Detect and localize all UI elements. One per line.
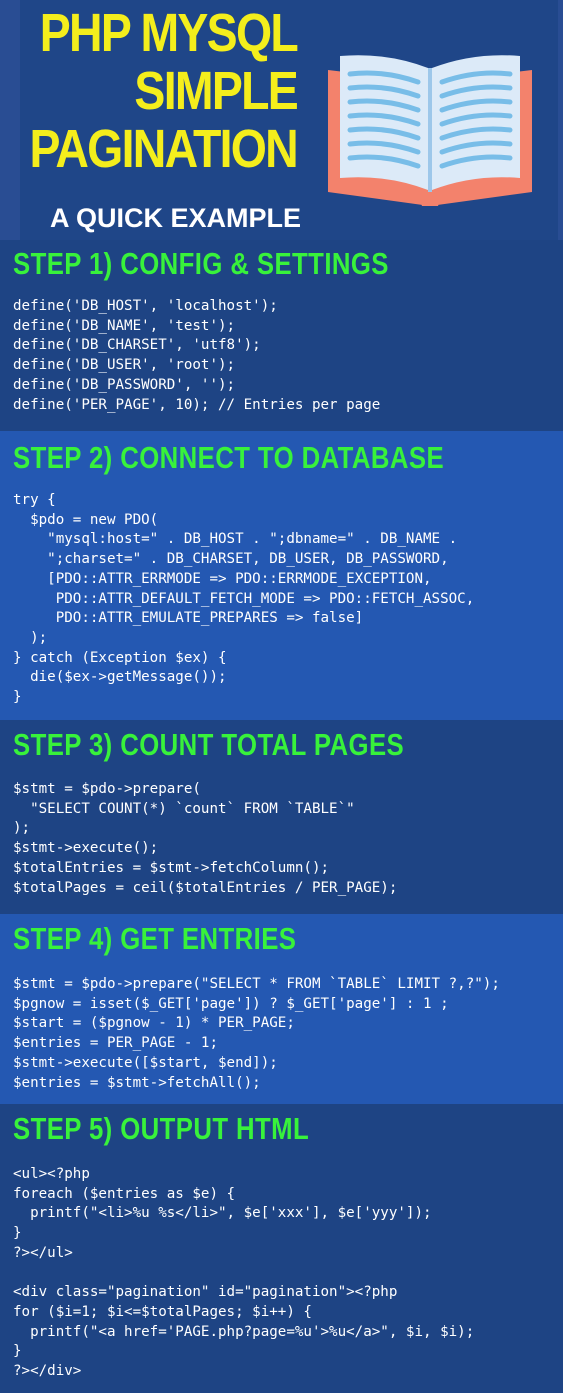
step-4-heading: STEP 4) GET ENTRIES [13,921,297,956]
step-3-code: $stmt = $pdo->prepare( "SELECT COUNT(*) … [13,781,398,896]
step-4-section: STEP 4) GET ENTRIES $stmt = $pdo->prepar… [0,914,563,1104]
step-1-code: define('DB_HOST', 'localhost'); define('… [13,298,381,413]
step-4-code: $stmt = $pdo->prepare("SELECT * FROM `TA… [13,976,500,1091]
step-2-section: STEP 2) CONNECT TO DATABASE try { $pdo =… [0,431,563,720]
page-subtitle: A QUICK EXAMPLE [50,203,302,233]
open-book-icon [328,55,532,206]
step-3-heading: STEP 3) COUNT TOTAL PAGES [13,727,405,762]
step-1-heading: STEP 1) CONFIG & SETTINGS [13,246,389,281]
title-line-1: PHP MYSQL [39,3,299,63]
title-line-3: PAGINATION [29,119,299,179]
title-line-2: SIMPLE [134,61,298,121]
step-5-code: <ul><?php foreach ($entries as $e) { pri… [13,1166,475,1380]
step-3-section: STEP 3) COUNT TOTAL PAGES $stmt = $pdo->… [0,720,563,914]
step-5-heading: STEP 5) OUTPUT HTML [13,1111,310,1146]
step-2-code: try { $pdo = new PDO( "mysql:host=" . DB… [13,492,475,706]
header-banner: PHP MYSQL SIMPLE PAGINATION A QUICK EXAM… [0,0,563,244]
step-1-section: STEP 1) CONFIG & SETTINGS define('DB_HOS… [0,240,563,431]
step-2-heading: STEP 2) CONNECT TO DATABASE [13,440,445,475]
step-5-section: STEP 5) OUTPUT HTML <ul><?php foreach ($… [0,1104,563,1393]
page-title: PHP MYSQL SIMPLE PAGINATION [29,3,299,179]
